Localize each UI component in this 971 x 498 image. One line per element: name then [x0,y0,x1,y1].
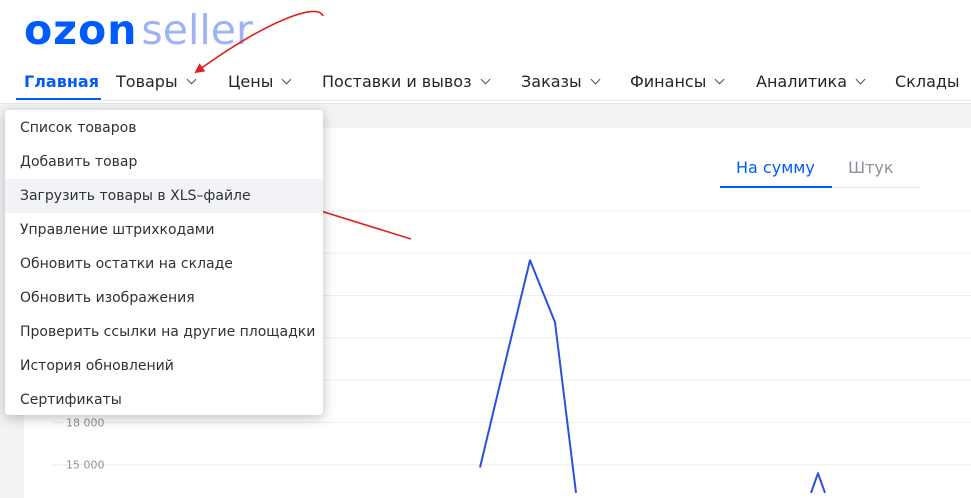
nav-item-finances[interactable]: Финансы [630,72,725,91]
nav-item-products[interactable]: Товары [116,72,197,91]
ozon-seller-logo[interactable]: ozonseller [24,6,253,54]
nav-label: Склады [895,72,960,91]
chevron-down-icon [480,74,491,85]
logo-ozon-text: ozon [24,6,138,54]
menu-item-update-history[interactable]: История обновлений [5,349,323,383]
nav-item-warehouses[interactable]: Склады [895,72,960,91]
logo-seller-text: seller [141,6,253,54]
menu-item-product-list[interactable]: Список товаров [5,111,323,145]
chart-metric-tabs: На сумму Штук [720,150,920,190]
nav-item-orders[interactable]: Заказы [521,72,601,91]
nav-item-prices[interactable]: Цены [228,72,292,91]
chart-y-ticks: 18 000 15 000 [66,416,105,471]
tab-by-quantity[interactable]: Штук [848,158,894,177]
nav-label: Поставки и вывоз [322,72,472,91]
nav-label: Цены [228,72,274,91]
top-header: ozonseller Главная Товары Цены Поставки … [0,0,971,104]
nav-item-analytics[interactable]: Аналитика [756,72,866,91]
menu-item-check-links[interactable]: Проверить ссылки на другие площадки [5,315,323,349]
tab-active-underline [720,186,832,188]
menu-item-certificates[interactable]: Сертификаты [5,383,323,417]
chart-series-line [810,472,826,494]
chevron-down-icon [186,74,197,85]
nav-label: Аналитика [756,72,848,91]
nav-active-underline [16,98,101,100]
y-tick-label: 18 000 [66,416,105,429]
chevron-down-icon [714,74,725,85]
chevron-down-icon [590,74,601,85]
nav-item-main[interactable]: Главная [24,72,99,91]
main-nav: Главная Товары Цены Поставки и вывоз Зак… [0,66,971,102]
nav-label: Главная [24,72,99,91]
menu-item-update-images[interactable]: Обновить изображения [5,281,323,315]
menu-item-upload-xls[interactable]: Загрузить товары в XLS–файле [5,179,323,213]
nav-label: Финансы [630,72,707,91]
nav-label: Товары [116,72,178,91]
tab-by-sum[interactable]: На сумму [736,158,815,177]
menu-item-add-product[interactable]: Добавить товар [5,145,323,179]
menu-item-update-stock[interactable]: Обновить остатки на складе [5,247,323,281]
chevron-down-icon [281,74,292,85]
products-dropdown-menu: Список товаров Добавить товар Загрузить … [5,110,323,415]
y-tick-label: 15 000 [66,459,105,472]
menu-item-barcodes[interactable]: Управление штрихкодами [5,213,323,247]
nav-divider [101,100,971,101]
nav-item-supplies[interactable]: Поставки и вывоз [322,72,491,91]
nav-label: Заказы [521,72,582,91]
chevron-down-icon [855,74,866,85]
